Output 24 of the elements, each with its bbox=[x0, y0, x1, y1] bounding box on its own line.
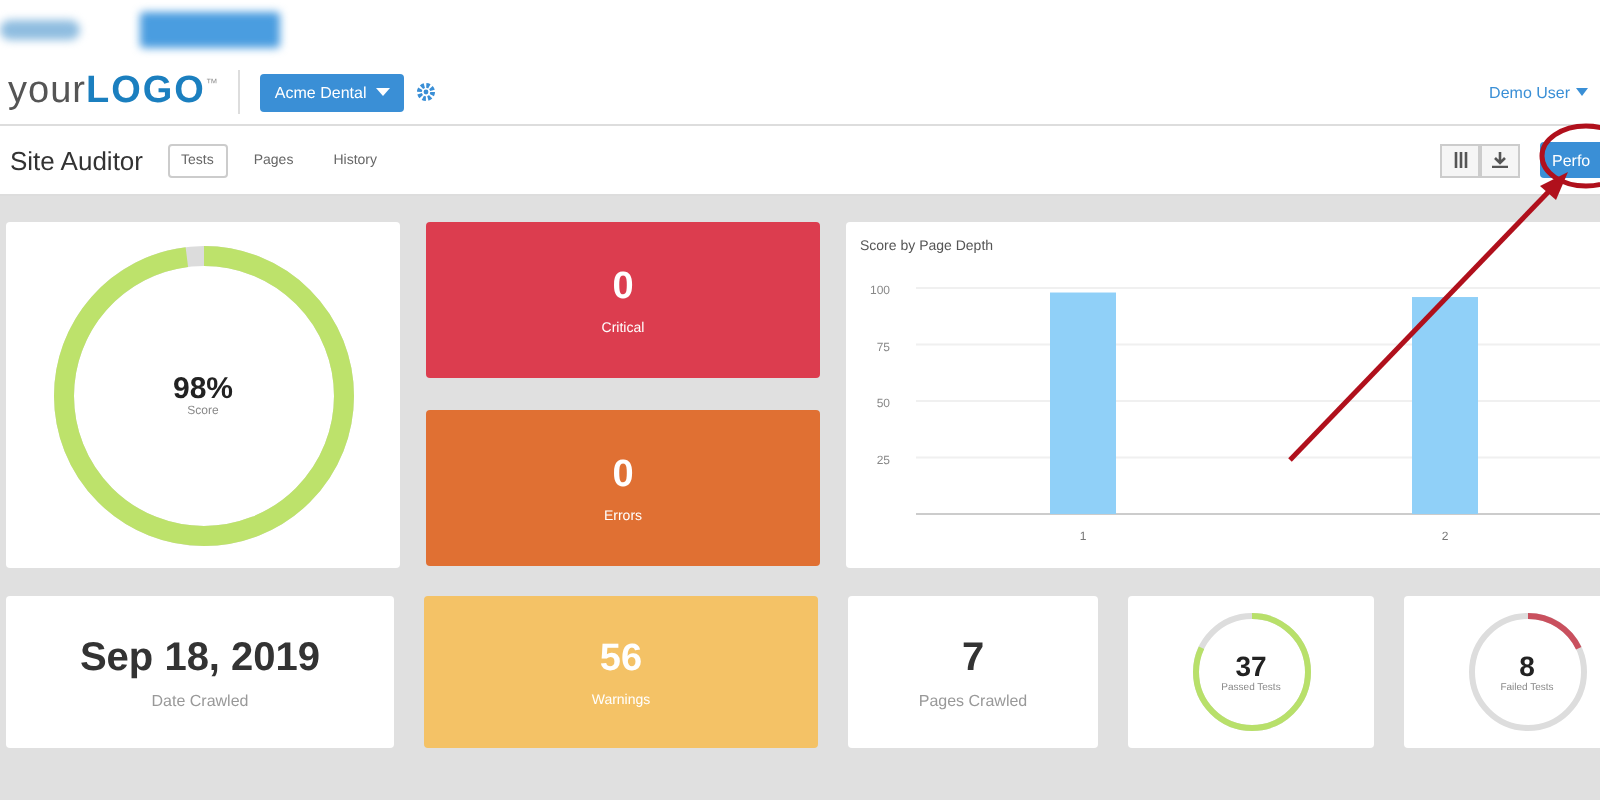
tests-ring bbox=[1187, 608, 1315, 736]
download-icon bbox=[1492, 152, 1508, 168]
pages-value: 7 bbox=[961, 635, 985, 681]
logo: yourLOGO$^{™}$ bbox=[8, 70, 219, 114]
caret-icon bbox=[1576, 88, 1588, 96]
download-button[interactable] bbox=[1480, 143, 1520, 177]
page-title: Site Auditor bbox=[10, 145, 143, 175]
settings-icon[interactable] bbox=[416, 82, 437, 102]
blurred-logo bbox=[0, 20, 80, 40]
score-value: 98% bbox=[172, 372, 234, 406]
columns-icon bbox=[1453, 152, 1467, 168]
tests-value: 37 bbox=[1235, 650, 1267, 682]
date-label: Date Crawled bbox=[151, 691, 249, 709]
count-value: 56 bbox=[599, 637, 643, 681]
tests-value: 8 bbox=[1519, 650, 1535, 682]
user-menu[interactable]: Demo User bbox=[1489, 83, 1588, 101]
count-value: 0 bbox=[612, 453, 634, 497]
account-dropdown-button[interactable]: Acme Dental bbox=[260, 73, 405, 111]
columns-button[interactable] bbox=[1440, 143, 1480, 177]
date-value: Sep 18, 2019 bbox=[79, 635, 321, 681]
count-value: 0 bbox=[612, 265, 634, 309]
tests-ring bbox=[1463, 608, 1591, 736]
caret-icon bbox=[376, 88, 391, 96]
pages-label: Pages Crawled bbox=[918, 691, 1028, 709]
